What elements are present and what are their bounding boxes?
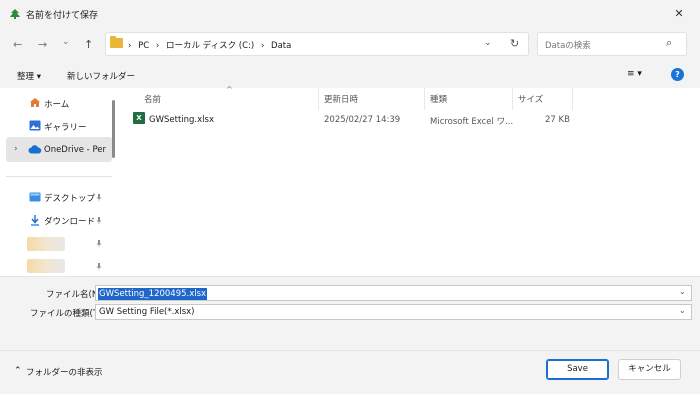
file-size: 27 KB xyxy=(545,115,570,125)
search-placeholder: Dataの検索 xyxy=(545,41,591,51)
cloud-icon xyxy=(28,145,42,154)
help-icon[interactable]: ? xyxy=(671,68,684,81)
pin-icon[interactable] xyxy=(95,194,103,202)
file-name[interactable]: GWSetting.xlsx xyxy=(149,115,214,125)
hide-folders-button[interactable]: フォルダーの非表示 xyxy=(26,366,103,378)
breadcrumb-local-disk[interactable]: ローカル ディスク (C:) xyxy=(166,41,254,51)
cancel-button[interactable]: キャンセル xyxy=(618,359,681,380)
title-bar xyxy=(0,0,700,28)
view-options-button[interactable]: ≡ ▾ xyxy=(627,69,642,79)
file-date: 2025/02/27 14:39 xyxy=(324,115,401,125)
filetype-label: ファイルの種類(T): xyxy=(30,309,105,319)
gallery-icon xyxy=(29,120,41,131)
recent-locations-icon[interactable]: ⌄ xyxy=(62,37,70,47)
column-divider[interactable] xyxy=(572,88,573,110)
refresh-icon[interactable]: ↻ xyxy=(510,37,519,50)
pin-icon[interactable] xyxy=(95,217,103,225)
back-icon[interactable]: ← xyxy=(13,38,22,51)
column-divider[interactable] xyxy=(424,88,425,110)
breadcrumb-pc[interactable]: PC xyxy=(138,41,149,51)
download-icon xyxy=(31,215,39,226)
pin-icon[interactable] xyxy=(95,240,103,248)
blurred-sidebar-item[interactable] xyxy=(27,237,65,251)
breadcrumb-separator: › xyxy=(260,41,265,51)
filetype-value: GW Setting File(*.xlsx) xyxy=(99,307,195,317)
app-icon xyxy=(10,9,20,19)
blurred-sidebar-item[interactable] xyxy=(27,259,65,273)
filename-value[interactable]: GWSetting_1200495.xlsx xyxy=(98,288,208,300)
new-folder-button[interactable]: 新しいフォルダー xyxy=(67,70,135,82)
breadcrumb: › PC › ローカル ディスク (C:) › Data xyxy=(128,39,291,51)
hide-folders-icon[interactable]: ⌃ xyxy=(14,366,22,376)
organize-button[interactable]: 整理 ▾ xyxy=(17,70,41,82)
column-divider[interactable] xyxy=(512,88,513,110)
column-header-type[interactable]: 種類 xyxy=(430,93,447,105)
address-dropdown-icon[interactable]: ⌄ xyxy=(484,38,492,48)
up-icon[interactable]: ↑ xyxy=(84,38,93,51)
column-header-name[interactable]: 名前 xyxy=(144,93,161,105)
column-header-size[interactable]: サイズ xyxy=(518,93,543,105)
breadcrumb-data[interactable]: Data xyxy=(271,41,291,51)
filetype-dropdown-icon[interactable]: ⌄ xyxy=(679,306,686,315)
sidebar-item-onedrive[interactable]: OneDrive - Perso xyxy=(44,145,106,155)
home-icon xyxy=(30,98,40,107)
pin-icon[interactable] xyxy=(95,263,103,271)
desktop-icon xyxy=(29,192,41,202)
sidebar-item-desktop[interactable]: デスクトップ xyxy=(44,192,95,204)
column-header-date[interactable]: 更新日時 xyxy=(324,93,358,105)
expand-chevron-icon[interactable]: › xyxy=(14,144,18,154)
window-title: 名前を付けて保存 xyxy=(26,11,99,21)
excel-file-icon: X xyxy=(133,112,145,124)
search-icon[interactable]: ⌕ xyxy=(666,36,672,50)
close-button[interactable]: ✕ xyxy=(664,4,694,24)
sort-ascending-icon: ^ xyxy=(226,85,233,94)
filename-dropdown-icon[interactable]: ⌄ xyxy=(679,287,686,296)
navigation-pane-scrollbar[interactable] xyxy=(112,100,115,158)
folder-icon xyxy=(110,36,123,48)
breadcrumb-separator: › xyxy=(128,41,132,51)
sidebar-item-gallery[interactable]: ギャラリー xyxy=(44,121,87,133)
save-button[interactable]: Save xyxy=(546,359,609,380)
sidebar-item-downloads[interactable]: ダウンロード xyxy=(44,215,95,227)
breadcrumb-separator: › xyxy=(155,41,160,51)
sidebar-item-home[interactable]: ホーム xyxy=(44,98,69,110)
file-type: Microsoft Excel ワ... xyxy=(430,117,514,127)
sidebar-divider xyxy=(6,176,112,177)
column-divider[interactable] xyxy=(318,88,319,110)
forward-icon[interactable]: → xyxy=(38,38,47,51)
